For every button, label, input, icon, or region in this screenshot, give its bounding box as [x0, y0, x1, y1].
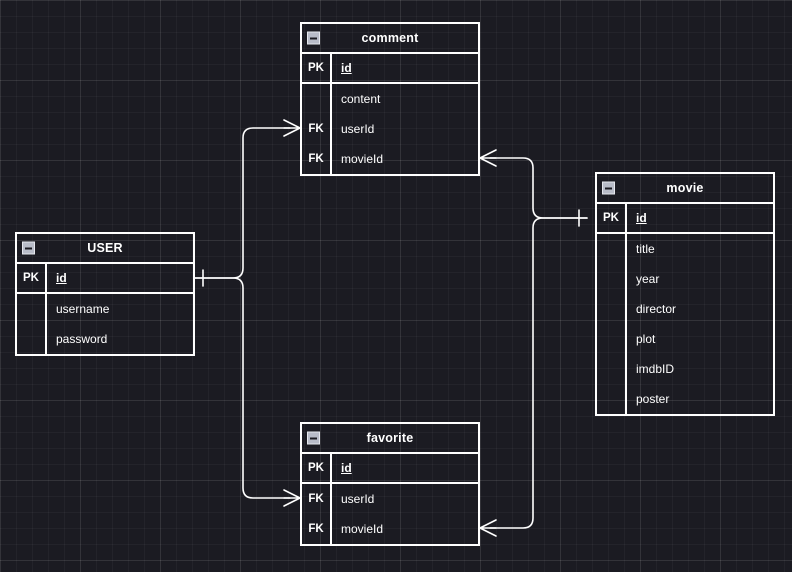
key-badge: FK — [302, 514, 332, 544]
attribute-name: content — [341, 92, 381, 106]
key-badge: FK — [302, 484, 332, 514]
minus-box-icon[interactable] — [602, 181, 615, 195]
crowsfoot-favorite-movieid — [479, 519, 497, 537]
attribute-name: password — [56, 332, 108, 346]
attribute-name: username — [56, 302, 110, 316]
key-badge: PK — [17, 264, 47, 292]
attribute-row-user-password[interactable]: password — [17, 324, 193, 354]
attribute-row-movie-imdbid[interactable]: imdbID — [597, 354, 773, 384]
attribute-row-user-id[interactable]: PK id — [17, 264, 193, 294]
attribute-name: userId — [341, 492, 375, 506]
attribute-row-comment-movieid[interactable]: FK movieId — [302, 144, 478, 174]
attribute-row-movie-id[interactable]: PK id — [597, 204, 773, 234]
entity-favorite-header[interactable]: favorite — [302, 424, 478, 454]
attribute-name: id — [636, 211, 647, 225]
connector-favorite-movie — [489, 217, 588, 529]
key-badge — [17, 324, 47, 354]
attribute-row-favorite-id[interactable]: PK id — [302, 454, 478, 484]
attribute-name: imdbID — [636, 362, 675, 376]
attribute-row-movie-director[interactable]: director — [597, 294, 773, 324]
key-badge — [597, 324, 627, 354]
key-badge: FK — [302, 114, 332, 144]
entity-favorite-title: favorite — [366, 430, 414, 445]
connector-user-favorite — [194, 277, 291, 499]
connector-comment-movie — [489, 157, 588, 219]
crowsfoot-comment-movieid — [479, 149, 497, 167]
attribute-row-favorite-userid[interactable]: FK userId — [302, 484, 478, 514]
entity-comment-header[interactable]: comment — [302, 24, 478, 54]
minus-box-icon[interactable] — [307, 31, 320, 45]
key-badge: PK — [302, 454, 332, 482]
entity-comment-title: comment — [361, 30, 419, 45]
attribute-row-user-username[interactable]: username — [17, 294, 193, 324]
attribute-name: director — [636, 302, 677, 316]
key-badge — [597, 384, 627, 414]
attribute-row-comment-id[interactable]: PK id — [302, 54, 478, 84]
minus-box-icon[interactable] — [307, 431, 320, 445]
key-badge: PK — [302, 54, 332, 82]
attribute-row-movie-poster[interactable]: poster — [597, 384, 773, 414]
attribute-row-comment-content[interactable]: content — [302, 84, 478, 114]
key-badge — [597, 294, 627, 324]
attribute-row-movie-title[interactable]: title — [597, 234, 773, 264]
key-badge — [597, 264, 627, 294]
attribute-row-favorite-movieid[interactable]: FK movieId — [302, 514, 478, 544]
entity-user-header[interactable]: USER — [17, 234, 193, 264]
minus-box-icon[interactable] — [22, 241, 35, 255]
attribute-name: id — [341, 461, 352, 475]
attribute-name: movieId — [341, 522, 384, 536]
entity-movie-header[interactable]: movie — [597, 174, 773, 204]
entity-user[interactable]: USER PK id username password — [15, 232, 195, 356]
key-badge — [17, 294, 47, 324]
attribute-name: plot — [636, 332, 656, 346]
attribute-name: id — [56, 271, 67, 285]
attribute-row-movie-plot[interactable]: plot — [597, 324, 773, 354]
entity-user-title: USER — [87, 240, 123, 255]
entity-movie-title: movie — [666, 180, 704, 195]
attribute-name: year — [636, 272, 660, 286]
crowsfoot-favorite-userid — [283, 489, 301, 507]
er-diagram-canvas[interactable]: comment.userId (1 : many) --> favorite.u… — [0, 0, 792, 572]
crowsfoot-comment-userid — [283, 119, 301, 137]
attribute-row-movie-year[interactable]: year — [597, 264, 773, 294]
entity-movie[interactable]: movie PK id title year director plot imd… — [595, 172, 775, 416]
attribute-name: id — [341, 61, 352, 75]
attribute-name: title — [636, 242, 655, 256]
connector-user-comment — [194, 127, 291, 279]
key-badge — [597, 354, 627, 384]
attribute-name: movieId — [341, 152, 384, 166]
attribute-row-comment-userid[interactable]: FK userId — [302, 114, 478, 144]
key-badge: FK — [302, 144, 332, 174]
entity-comment[interactable]: comment PK id content FK userId FK movie… — [300, 22, 480, 176]
entity-favorite[interactable]: favorite PK id FK userId FK movieId — [300, 422, 480, 546]
key-badge — [302, 84, 332, 114]
attribute-name: poster — [636, 392, 670, 406]
key-badge: PK — [597, 204, 627, 232]
key-badge — [597, 234, 627, 264]
attribute-name: userId — [341, 122, 375, 136]
